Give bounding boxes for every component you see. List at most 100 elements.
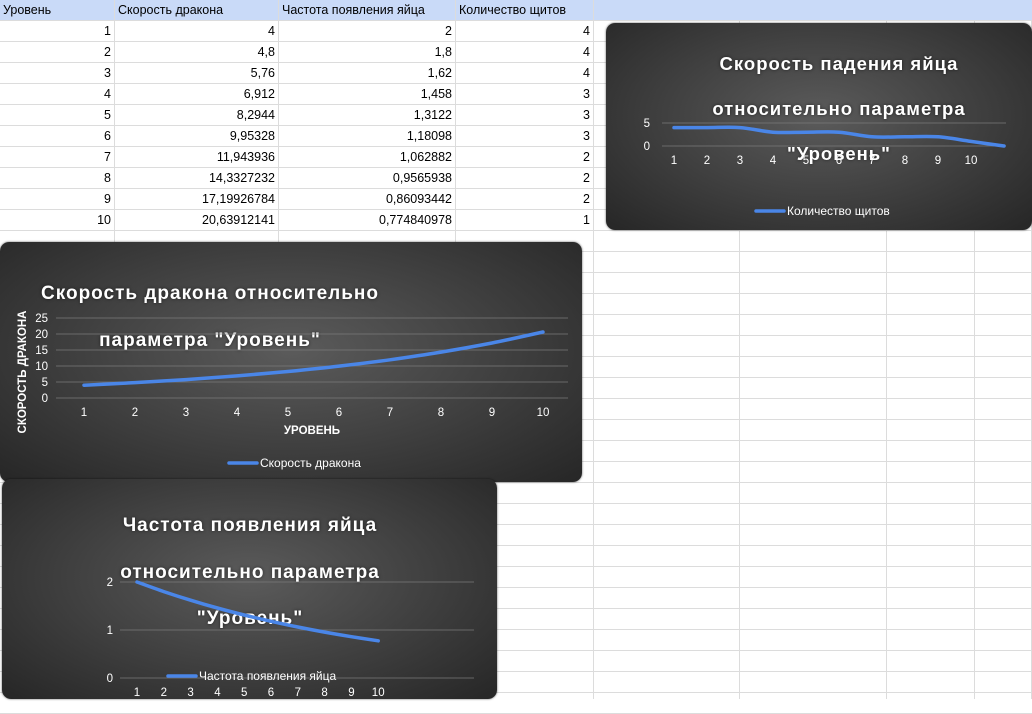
x-tick-label: 10 (965, 155, 978, 167)
series-line (82, 330, 545, 387)
table-cell[interactable]: 3 (456, 105, 594, 126)
table-cell[interactable]: 17,19926784 (115, 189, 279, 210)
y-tick-label: 0 (42, 393, 48, 405)
table-cell[interactable]: 1 (0, 21, 115, 42)
table-cell[interactable]: 4 (456, 21, 594, 42)
table-cell[interactable]: 20,63912141 (115, 210, 279, 231)
x-tick-label: 2 (132, 407, 138, 419)
table-cell[interactable]: 11,943936 (115, 147, 279, 168)
x-tick-label: 4 (234, 407, 241, 419)
chart-egg-fall-speed[interactable]: Скорость падения яйца относительно парам… (606, 23, 1032, 230)
header-cell[interactable]: Частота появления яйца (279, 0, 456, 21)
table-cell[interactable]: 1,3122 (279, 105, 456, 126)
table-cell[interactable]: 1,458 (279, 84, 456, 105)
x-tick-label: 3 (187, 687, 193, 699)
x-tick-label: 2 (161, 687, 167, 699)
y-tick-label: 2 (107, 577, 113, 589)
table-cell[interactable]: 5 (0, 105, 115, 126)
legend-label: Скорость дракона (260, 456, 361, 470)
series-line (135, 580, 380, 643)
x-tick-label: 1 (671, 155, 677, 167)
y-tick-label: 1 (107, 625, 113, 637)
x-tick-label: 8 (438, 407, 444, 419)
x-tick-label: 9 (489, 407, 495, 419)
table-cell[interactable]: 5,76 (115, 63, 279, 84)
table-cell[interactable]: 3 (456, 84, 594, 105)
x-tick-label: 8 (902, 155, 908, 167)
x-tick-label: 7 (869, 155, 875, 167)
x-tick-label: 3 (737, 155, 743, 167)
table-cell[interactable]: 4 (115, 21, 279, 42)
header-cell[interactable]: Уровень (0, 0, 115, 21)
header-cell[interactable]: Скорость дракона (115, 0, 279, 21)
y-tick-label: 15 (35, 345, 48, 357)
table-cell[interactable]: 8 (0, 168, 115, 189)
legend-label: Количество щитов (787, 204, 890, 218)
table-cell[interactable]: 8,2944 (115, 105, 279, 126)
x-tick-label: 10 (372, 687, 385, 699)
table-cell[interactable]: 1,8 (279, 42, 456, 63)
x-tick-label: 3 (183, 407, 189, 419)
y-tick-label: 20 (35, 329, 48, 341)
table-cell[interactable]: 6 (0, 126, 115, 147)
x-tick-label: 6 (336, 407, 342, 419)
chart-egg-frequency[interactable]: Частота появления яйца относительно пара… (2, 479, 497, 699)
series-line (672, 125, 1006, 148)
table-cell[interactable]: 0,774840978 (279, 210, 456, 231)
table-cell[interactable]: 3 (0, 63, 115, 84)
table-cell[interactable]: 4 (456, 42, 594, 63)
table-cell[interactable]: 1,62 (279, 63, 456, 84)
table-cell[interactable]: 4,8 (115, 42, 279, 63)
table-cell[interactable]: 2 (279, 21, 456, 42)
x-tick-label: 5 (803, 155, 809, 167)
x-tick-label: 6 (836, 155, 842, 167)
table-cell[interactable]: 14,3327232 (115, 168, 279, 189)
chart-dragon-speed[interactable]: Скорость дракона относительно параметра … (0, 242, 582, 482)
header-cell[interactable]: Количество щитов (456, 0, 594, 21)
x-tick-label: 1 (134, 687, 140, 699)
x-tick-label: 7 (387, 407, 393, 419)
x-axis-title: УРОВЕНЬ (284, 425, 340, 437)
x-tick-label: 2 (704, 155, 710, 167)
table-cell[interactable]: 2 (456, 189, 594, 210)
table-cell[interactable]: 0,86093442 (279, 189, 456, 210)
table-cell[interactable]: 0,9565938 (279, 168, 456, 189)
y-axis-title: СКОРОСТЬ ДРАКОНА (17, 311, 29, 434)
table-cell[interactable]: 7 (0, 147, 115, 168)
y-tick-label: 25 (35, 313, 48, 325)
table-cell[interactable]: 9,95328 (115, 126, 279, 147)
legend-label: Частота появления яйца (199, 669, 336, 683)
y-tick-label: 0 (644, 141, 650, 153)
x-tick-label: 7 (295, 687, 301, 699)
table-cell[interactable]: 1 (456, 210, 594, 231)
x-tick-label: 5 (285, 407, 291, 419)
x-tick-label: 4 (770, 155, 777, 167)
x-tick-label: 5 (241, 687, 247, 699)
table-cell[interactable]: 2 (456, 147, 594, 168)
chart-egg-frequency-plot: 0 1 2 1 2 3 4 5 6 7 8 9 10 Частота появления яйца (107, 577, 474, 699)
table-cell[interactable]: 1,062882 (279, 147, 456, 168)
table-cell[interactable]: 4 (0, 84, 115, 105)
table-cell[interactable]: 6,912 (115, 84, 279, 105)
chart-egg-fall-speed-plot: 0 5 1 2 3 4 5 6 7 8 9 10 Количество щитов (644, 118, 1006, 218)
x-tick-label: 8 (321, 687, 327, 699)
x-tick-label: 1 (81, 407, 87, 419)
y-tick-label: 0 (107, 673, 113, 685)
y-tick-label: 5 (42, 377, 48, 389)
table-cell[interactable]: 2 (456, 168, 594, 189)
x-tick-label: 10 (537, 407, 550, 419)
table-cell[interactable]: 1,18098 (279, 126, 456, 147)
table-cell[interactable]: 2 (0, 42, 115, 63)
x-tick-label: 4 (214, 687, 221, 699)
header-row: Уровень Скорость дракона Частота появления… (0, 0, 1032, 21)
y-tick-label: 5 (644, 118, 650, 130)
x-tick-label: 9 (348, 687, 354, 699)
table-cell[interactable]: 3 (456, 126, 594, 147)
x-tick-label: 6 (268, 687, 274, 699)
chart-dragon-speed-plot: 0 5 10 15 20 25 1 2 3 4 5 6 7 8 9 10 Скорость дракона УРО… (17, 311, 568, 470)
table-cell[interactable]: 4 (456, 63, 594, 84)
table-cell[interactable]: 9 (0, 189, 115, 210)
x-tick-label: 9 (935, 155, 941, 167)
table-cell[interactable]: 10 (0, 210, 115, 231)
y-tick-label: 10 (35, 361, 48, 373)
